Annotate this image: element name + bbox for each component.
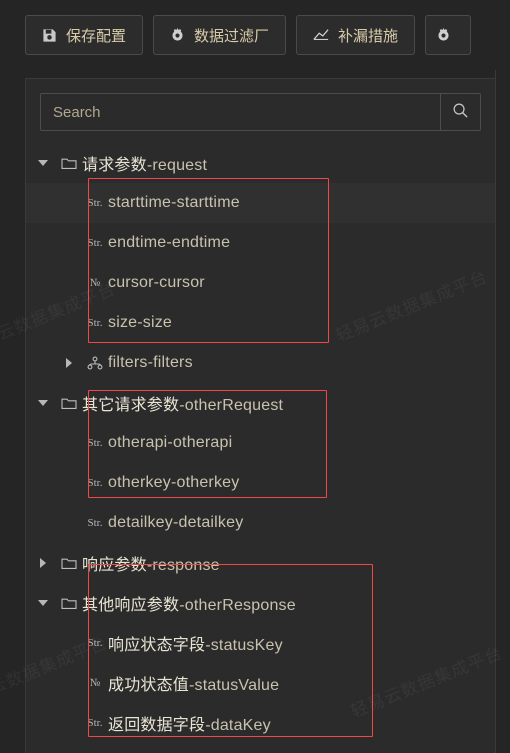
tree-item-cursor[interactable]: № cursor-cursor [26,263,495,303]
tree-item-otherapi[interactable]: Str. otherapi-otherapi [26,423,495,463]
tree-node-request[interactable]: 请求参数-request [26,143,495,183]
chevron-down-icon[interactable] [30,160,56,166]
tree-item-size[interactable]: Str. size-size [26,303,495,343]
chevron-down-icon[interactable] [30,600,56,606]
tree-node-label: 其它请求参数-otherRequest [82,397,284,414]
tree-item-endtime[interactable]: Str. endtime-endtime [26,223,495,263]
parameter-tree: 请求参数-request Str. starttime-starttime St… [26,143,495,753]
tree-node-response[interactable]: 响应参数-response [26,543,495,583]
tree-item-otherkey[interactable]: Str. otherkey-otherkey [26,463,495,503]
string-type-icon: Str. [87,437,103,449]
tree-item-label: filters-filters [108,354,193,371]
folder-icon [56,557,82,570]
search-icon [452,102,469,122]
tree-item-detailkey[interactable]: Str. detailkey-detailkey [26,503,495,543]
tree-node-label: 请求参数-request [82,157,208,174]
save-config-button[interactable]: 保存配置 [25,15,144,55]
folder-icon [56,597,82,610]
tree-item-filters[interactable]: filters-filters [26,343,495,383]
tree-item-label: otherapi-otherapi [108,434,233,451]
tree-item-label: 响应状态字段-statusKey [108,637,283,654]
chevron-right-icon[interactable] [56,358,82,368]
tree-item-pagekey[interactable]: Str. 分页key-pageKey [26,743,495,753]
patch-measure-button[interactable]: 补漏措施 [296,15,416,55]
tree-item-label: 成功状态值-statusValue [108,677,280,694]
folder-icon [56,397,82,410]
string-type-icon: Str. [87,637,103,649]
folder-icon [56,157,82,170]
gear-icon [436,27,451,43]
app-window: 保存配置 数据过滤厂 补漏措施 Search 请求参数-request Str.… [0,0,510,753]
string-type-icon: Str. [87,197,103,209]
tree-item-starttime[interactable]: Str. starttime-starttime [26,183,495,223]
string-type-icon: Str. [87,477,103,489]
parameter-tree-panel: 请求参数-request Str. starttime-starttime St… [25,78,495,753]
tree-node-label: 响应参数-response [82,557,220,574]
tree-item-label: endtime-endtime [108,234,231,251]
string-type-icon: Str. [87,717,103,729]
search-input[interactable] [41,94,440,130]
gear-icon [170,27,185,43]
string-type-icon: Str. [87,517,103,529]
tree-node-other-request[interactable]: 其它请求参数-otherRequest [26,383,495,423]
patch-measure-label: 补漏措施 [338,27,399,45]
toolbar: 保存配置 数据过滤厂 补漏措施 [0,0,510,70]
tree-item-statuskey[interactable]: Str. 响应状态字段-statusKey [26,623,495,663]
number-type-icon: № [89,677,101,689]
string-type-icon: Str. [87,237,103,249]
object-node-icon [82,356,108,370]
tree-item-statusvalue[interactable]: № 成功状态值-statusValue [26,663,495,703]
line-chart-icon [313,28,329,42]
data-filter-label: 数据过滤厂 [194,27,270,45]
number-type-icon: № [89,277,101,289]
overflow-settings-button[interactable] [425,15,472,55]
data-filter-button[interactable]: 数据过滤厂 [153,15,287,55]
chevron-down-icon[interactable] [30,400,56,406]
tree-node-other-response[interactable]: 其他响应参数-otherResponse [26,583,495,623]
tree-node-label: 其他响应参数-otherResponse [82,597,296,614]
save-config-label: 保存配置 [66,27,127,45]
search-bar [40,93,481,131]
tree-item-label: size-size [108,314,173,331]
tree-item-datakey[interactable]: Str. 返回数据字段-dataKey [26,703,495,743]
panel-divider [495,70,496,753]
chevron-right-icon[interactable] [30,558,56,568]
tree-item-label: otherkey-otherkey [108,474,240,491]
search-button[interactable] [440,94,480,130]
tree-item-label: cursor-cursor [108,274,205,291]
save-icon [42,28,57,43]
tree-item-label: detailkey-detailkey [108,514,244,531]
string-type-icon: Str. [87,317,103,329]
tree-item-label: 返回数据字段-dataKey [108,717,271,734]
tree-item-label: starttime-starttime [108,194,240,211]
